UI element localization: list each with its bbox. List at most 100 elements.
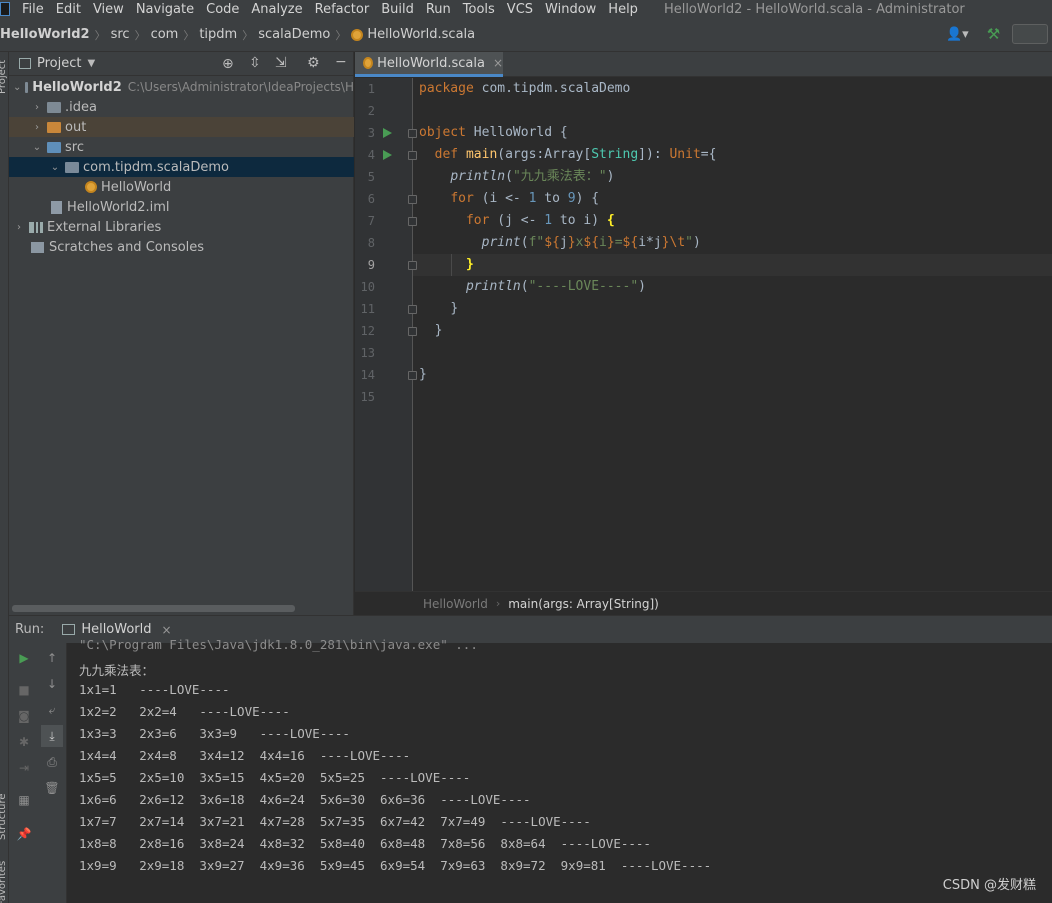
chevron-right-icon: 〉 <box>335 28 347 42</box>
tree-item-package[interactable]: ⌄ com.tipdm.scalaDemo <box>9 157 354 177</box>
layout-icon[interactable]: ▦ <box>15 791 33 809</box>
structure-tool-tab[interactable]: Structure <box>0 780 8 840</box>
menu-bar: File Edit View Navigate Code Analyze Ref… <box>0 0 1052 18</box>
menu-vcs[interactable]: VCS <box>507 2 533 17</box>
editor-gutter: 1 2 3 4 5 6 7 8 9 10 11 12 13 14 15 <box>355 78 417 591</box>
fold-marker-icon[interactable] <box>408 195 417 204</box>
menu-code[interactable]: Code <box>206 2 239 17</box>
code-text: } <box>434 323 443 338</box>
code-editor[interactable]: 1 2 3 4 5 6 7 8 9 10 11 12 13 14 15 pack… <box>355 78 1052 591</box>
code-line-8: print(f"${j}x${i}=${i*j}\t") <box>419 232 701 254</box>
favorites-tool-tab[interactable]: Favorites <box>0 860 8 903</box>
tree-item-helloworld2[interactable]: ⌄ HelloWorld2 C:\Users\Administrator\Ide… <box>9 77 354 97</box>
line-number: 12 <box>360 324 375 338</box>
menu-build[interactable]: Build <box>381 2 414 17</box>
horizontal-scrollbar[interactable] <box>12 605 295 612</box>
fold-marker-icon[interactable] <box>408 151 417 160</box>
tree-item-iml[interactable]: HelloWorld2.iml <box>9 197 354 217</box>
nav-crumb-scalademo[interactable]: scalaDemo <box>258 27 330 42</box>
console-line: 1x9=9 2x9=18 3x9=27 4x9=36 5x9=45 6x9=54… <box>79 858 712 873</box>
fold-marker-icon[interactable] <box>408 327 417 336</box>
fold-marker-icon[interactable] <box>408 261 417 270</box>
chevron-right-icon[interactable]: › <box>31 102 43 113</box>
console-line: 1x7=7 2x7=14 3x7=21 4x7=28 5x7=35 6x7=42… <box>79 814 591 829</box>
fold-marker-icon[interactable] <box>408 371 417 380</box>
chevron-right-icon: 〉 <box>242 28 254 42</box>
tree-item-out[interactable]: › out <box>9 117 354 137</box>
tree-item-src[interactable]: ⌄ src <box>9 137 354 157</box>
chevron-down-icon[interactable]: ⌄ <box>13 82 21 93</box>
fold-marker-icon[interactable] <box>408 129 417 138</box>
nav-crumb-src[interactable]: src <box>111 27 130 42</box>
menu-window[interactable]: Window <box>545 2 596 17</box>
build-hammer-icon[interactable]: ⚒ <box>987 25 1000 43</box>
nav-crumb-tipdm[interactable]: tipdm <box>199 27 237 42</box>
chevron-right-icon[interactable]: › <box>13 222 25 233</box>
rerun-icon[interactable]: ▶ <box>15 649 33 667</box>
nav-crumb-file[interactable]: HelloWorld.scala <box>367 27 475 42</box>
menu-file[interactable]: File <box>22 2 44 17</box>
line-number: 7 <box>367 214 375 228</box>
fold-marker-icon[interactable] <box>408 217 417 226</box>
menu-tools[interactable]: Tools <box>463 2 495 17</box>
print-icon[interactable]: ⎙ <box>43 753 61 771</box>
fold-marker-icon[interactable] <box>408 305 417 314</box>
editor-crumb-method[interactable]: main(args: Array[String]) <box>508 597 659 611</box>
stop-icon[interactable]: ■ <box>15 681 33 699</box>
run-tab-helloworld[interactable]: HelloWorld × <box>62 622 172 637</box>
chevron-down-icon[interactable]: ⌄ <box>49 162 61 173</box>
minimize-icon[interactable]: − <box>335 54 347 70</box>
chevron-down-icon[interactable]: ⌄ <box>31 142 43 153</box>
collapse-all-icon[interactable]: ⇲ <box>275 55 287 71</box>
menu-navigate[interactable]: Navigate <box>136 2 194 17</box>
user-icon[interactable]: 👤▾ <box>946 27 969 42</box>
project-tool-tab[interactable]: Project <box>0 54 8 94</box>
expand-all-icon[interactable]: ⇳ <box>249 55 261 71</box>
nav-crumb-project[interactable]: HelloWorld2 <box>0 27 90 42</box>
close-icon[interactable]: × <box>493 56 503 70</box>
close-icon[interactable]: × <box>162 623 172 637</box>
project-panel-header: Project ▼ ⊕ ⇳ ⇲ ⚙ − <box>9 52 353 76</box>
line-number: 5 <box>367 170 375 184</box>
arrow-up-icon[interactable]: ↑ <box>43 649 61 667</box>
run-main-icon[interactable] <box>383 150 392 160</box>
chevron-right-icon[interactable]: › <box>31 122 43 133</box>
number-literal: 9 <box>567 191 576 206</box>
nav-crumb-com[interactable]: com <box>151 27 179 42</box>
tree-item-scratches[interactable]: Scratches and Consoles <box>9 237 354 257</box>
console-output[interactable]: "C:\Program Files\Java\jdk1.8.0_281\bin\… <box>67 637 1052 903</box>
menu-help[interactable]: Help <box>608 2 638 17</box>
package-icon <box>65 161 79 173</box>
exit-icon[interactable]: ⇥ <box>15 759 33 777</box>
soft-wrap-icon[interactable]: ⤶ <box>43 701 61 719</box>
pin-icon[interactable]: 📌 <box>15 825 33 843</box>
code-text: com.tipdm.scalaDemo <box>473 81 631 96</box>
keyword: Unit <box>669 147 701 162</box>
editor-tab-helloworld[interactable]: HelloWorld.scala × <box>355 52 503 77</box>
line-number: 3 <box>367 126 375 140</box>
menu-edit[interactable]: Edit <box>56 2 81 17</box>
line-number: 4 <box>367 148 375 162</box>
project-view-selector[interactable]: Project <box>37 56 81 71</box>
menu-analyze[interactable]: Analyze <box>251 2 302 17</box>
camera-icon[interactable]: ◙ <box>15 707 33 725</box>
tree-item-helloworld[interactable]: HelloWorld <box>9 177 354 197</box>
tree-item-idea[interactable]: › .idea <box>9 97 354 117</box>
gear-icon[interactable]: ⚙ <box>307 55 320 71</box>
editor-crumb-object[interactable]: HelloWorld <box>423 597 488 611</box>
tree-item-external-libraries[interactable]: › External Libraries <box>9 217 354 237</box>
console-command-line: "C:\Program Files\Java\jdk1.8.0_281\bin\… <box>79 637 478 652</box>
chevron-down-icon[interactable]: ▼ <box>87 58 95 69</box>
menu-view[interactable]: View <box>93 2 124 17</box>
locate-file-icon[interactable]: ⊕ <box>222 56 234 72</box>
trash-icon[interactable]: 🗑 <box>43 779 61 797</box>
scroll-to-end-icon[interactable]: ⤓ <box>41 725 63 747</box>
debug-icon[interactable]: ✱ <box>15 733 33 751</box>
menu-refactor[interactable]: Refactor <box>315 2 370 17</box>
menu-run[interactable]: Run <box>426 2 451 17</box>
run-config-selector[interactable] <box>1012 24 1049 44</box>
code-text: to <box>536 191 568 206</box>
code-text: ]): <box>638 147 670 162</box>
run-object-icon[interactable] <box>383 128 392 138</box>
arrow-down-icon[interactable]: ↓ <box>43 675 61 693</box>
